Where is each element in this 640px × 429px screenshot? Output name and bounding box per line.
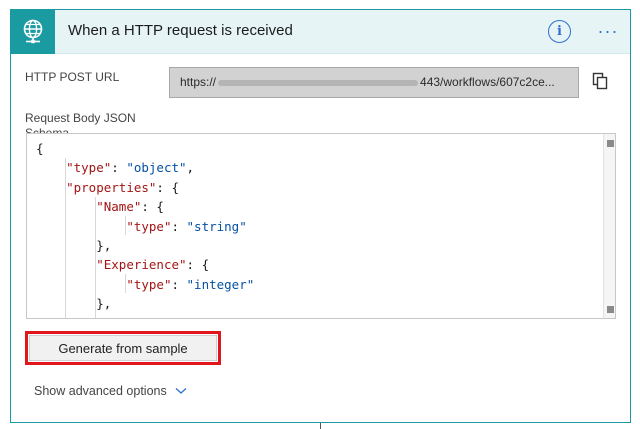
flow-connector — [320, 423, 321, 429]
code-line: "type": "integer" — [126, 276, 255, 292]
scroll-up-marker — [607, 140, 614, 147]
redacted-url-segment — [218, 79, 419, 86]
schema-editor[interactable]: { "type": "object", "properties": { "Nam… — [26, 133, 616, 319]
code-line: { — [36, 141, 44, 156]
http-post-url-label: HTTP POST URL — [25, 70, 120, 84]
schema-code[interactable]: { "type": "object", "properties": { "Nam… — [36, 139, 255, 318]
code-line: "properties": { — [66, 179, 180, 195]
more-options-button[interactable]: ··· — [594, 18, 622, 44]
info-button[interactable]: i — [548, 20, 571, 43]
code-line: "Name": { — [96, 199, 164, 215]
copy-url-icon[interactable] — [589, 70, 611, 92]
http-post-url-field[interactable]: https:// 443/workflows/607c2ce... — [169, 67, 579, 98]
show-advanced-options-label: Show advanced options — [34, 384, 167, 398]
globe-network-icon — [11, 10, 55, 54]
code-line: }, — [36, 238, 112, 254]
trigger-title: When a HTTP request is received — [68, 22, 293, 39]
schema-label: Request Body JSON Schema — [25, 111, 136, 133]
chevron-down-icon — [175, 388, 187, 394]
show-advanced-options-toggle[interactable]: Show advanced options — [34, 384, 187, 398]
code-line: "Salary": { — [36, 314, 254, 318]
code-line: }, — [36, 296, 112, 312]
url-suffix: 443/workflows/607c2ce... — [420, 75, 555, 89]
code-line: "type": "string" — [126, 218, 247, 234]
generate-from-sample-button[interactable]: Generate from sample — [29, 335, 217, 361]
code-line: "type": "object", — [66, 160, 195, 176]
card-header[interactable]: When a HTTP request is received i ··· — [11, 10, 630, 54]
code-line: "Experience": { — [96, 257, 210, 273]
scroll-down-marker — [607, 306, 614, 313]
editor-scrollbar[interactable] — [603, 134, 615, 318]
http-trigger-card: When a HTTP request is received i ··· HT… — [10, 9, 631, 423]
url-prefix: https:// — [180, 75, 217, 89]
